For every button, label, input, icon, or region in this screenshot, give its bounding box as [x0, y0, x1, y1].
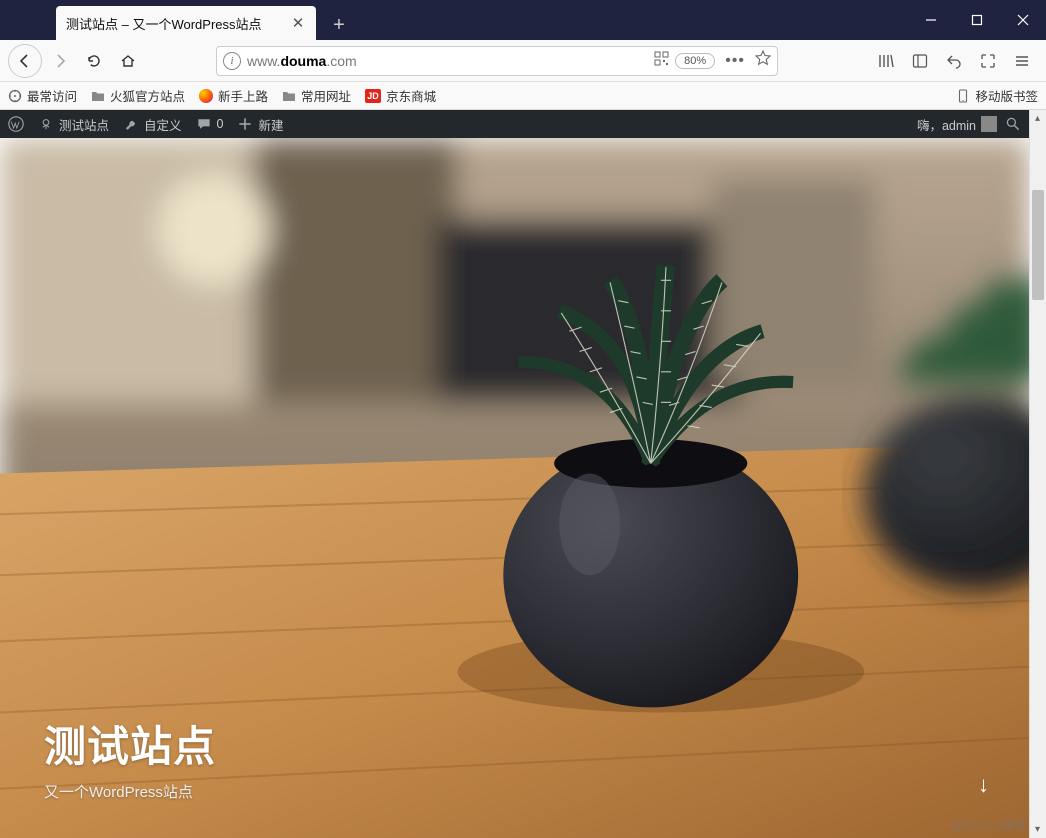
mobile-bookmarks[interactable]: 移动版书签	[956, 86, 1038, 105]
wp-admin-bar: 测试站点 自定义 0 新建 嗨，admin	[0, 110, 1029, 138]
bookmark-label: 京东商城	[386, 86, 436, 105]
qr-icon[interactable]	[654, 51, 669, 71]
bookmark-label: 最常访问	[27, 86, 77, 105]
forward-button	[44, 45, 76, 77]
bookmark-label: 新手上路	[218, 86, 268, 105]
maximize-button[interactable]	[954, 0, 1000, 40]
home-button[interactable]	[112, 45, 144, 77]
back-button[interactable]	[8, 44, 42, 78]
adminbar-label: 自定义	[144, 115, 182, 134]
most-visited-button[interactable]: 最常访问	[8, 86, 77, 105]
undo-icon[interactable]	[938, 45, 970, 77]
scrollbar[interactable]: ▴ ▾	[1029, 110, 1046, 838]
scroll-down-icon[interactable]: ↓	[978, 772, 989, 798]
avatar-icon	[981, 116, 997, 132]
greeting-label: 嗨，admin	[917, 115, 976, 134]
adminbar-label: 新建	[258, 115, 283, 134]
page-actions-icon[interactable]: •••	[721, 52, 749, 70]
bookmark-label: 常用网址	[301, 86, 351, 105]
library-icon[interactable]	[870, 45, 902, 77]
screenshot-icon[interactable]	[972, 45, 1004, 77]
hero-section: 测试站点 又一个WordPress站点 ↓	[0, 138, 1029, 838]
bookmark-label: 火狐官方站点	[110, 86, 185, 105]
scroll-down-icon[interactable]: ▾	[1029, 821, 1046, 838]
wp-logo[interactable]	[8, 116, 24, 132]
zoom-badge[interactable]: 80%	[675, 53, 715, 69]
firefox-official-folder[interactable]: 火狐官方站点	[91, 86, 185, 105]
adminbar-label: 测试站点	[59, 115, 109, 134]
new-tab-button[interactable]: +	[324, 10, 354, 40]
sidebar-icon[interactable]	[904, 45, 936, 77]
close-window-button[interactable]	[1000, 0, 1046, 40]
site-tagline: 又一个WordPress站点	[44, 781, 193, 802]
scrollbar-thumb[interactable]	[1032, 190, 1044, 300]
site-name-link[interactable]: 测试站点	[38, 115, 109, 134]
window-titlebar: 测试站点 – 又一个WordPress站点 ✕ +	[0, 0, 1046, 40]
address-bar[interactable]: i www.douma.com 80% •••	[216, 46, 778, 76]
menu-icon[interactable]	[1006, 45, 1038, 77]
bookmark-label: 移动版书签	[975, 86, 1038, 105]
tab-title: 测试站点 – 又一个WordPress站点	[66, 14, 262, 33]
firefox-icon	[199, 89, 213, 103]
new-content-link[interactable]: 新建	[237, 115, 283, 134]
getting-started-bookmark[interactable]: 新手上路	[199, 86, 268, 105]
navigation-toolbar: i www.douma.com 80% •••	[0, 40, 1046, 82]
bookmark-star-icon[interactable]	[755, 50, 771, 71]
site-title: 测试站点	[44, 713, 216, 774]
user-greeting[interactable]: 嗨，admin	[917, 115, 997, 134]
jd-bookmark[interactable]: JD 京东商城	[365, 86, 436, 105]
comments-link[interactable]: 0	[196, 116, 224, 132]
site-info-icon[interactable]: i	[223, 52, 241, 70]
viewport: 测试站点 自定义 0 新建 嗨，admin	[0, 110, 1046, 838]
adminbar-label: 0	[217, 117, 224, 131]
customize-link[interactable]: 自定义	[123, 115, 182, 134]
watermark: @51CTO博客	[951, 817, 1026, 834]
search-icon[interactable]	[1005, 116, 1021, 132]
jd-icon: JD	[365, 89, 381, 103]
close-tab-icon[interactable]: ✕	[290, 15, 306, 31]
page-content: 测试站点 自定义 0 新建 嗨，admin	[0, 110, 1029, 838]
window-controls	[908, 0, 1046, 40]
reload-button[interactable]	[78, 45, 110, 77]
browser-tab[interactable]: 测试站点 – 又一个WordPress站点 ✕	[56, 6, 316, 40]
scroll-up-icon[interactable]: ▴	[1029, 110, 1046, 127]
bookmarks-toolbar: 最常访问 火狐官方站点 新手上路 常用网址 JD 京东商城 移动版书签	[0, 82, 1046, 110]
common-urls-folder[interactable]: 常用网址	[282, 86, 351, 105]
minimize-button[interactable]	[908, 0, 954, 40]
url-text: www.douma.com	[247, 53, 648, 69]
